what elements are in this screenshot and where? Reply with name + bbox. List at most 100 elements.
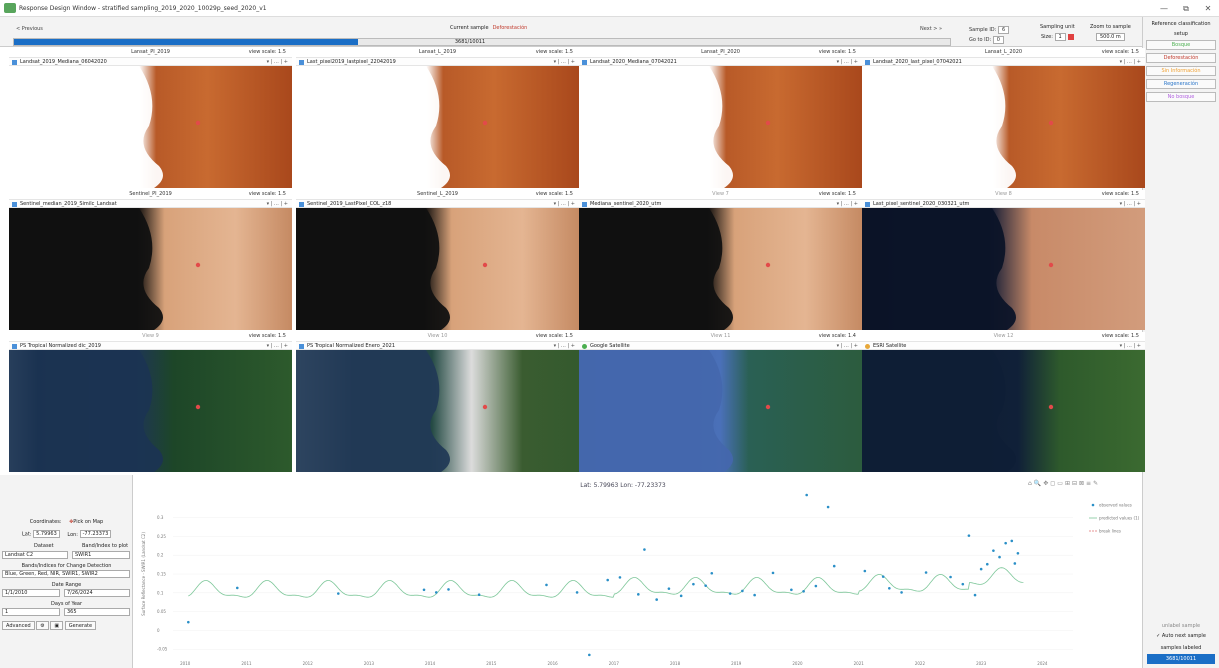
layer-name[interactable]: Google Satellite	[590, 343, 630, 349]
close-icon[interactable]: ✕	[1197, 0, 1219, 17]
map-canvas[interactable]	[9, 350, 292, 472]
unlabel-sample-button[interactable]: unlabel sample	[1143, 623, 1219, 629]
map-view-5[interactable]: Sentinel_PI_2019 view scale: 1.5 Sentinel_…	[9, 190, 292, 330]
doy-end-input[interactable]: 365	[64, 608, 130, 616]
map-canvas[interactable]	[296, 66, 579, 188]
view-scale[interactable]: view scale: 1.5	[536, 332, 573, 341]
time-series-chart[interactable]: Lat: 5.79963 Lon: -77.23373 -0.05 0 0.05 0.1…	[133, 475, 1142, 668]
map-view-1[interactable]: Lansat_PI_2019 view scale: 1.5 Landsat_201…	[9, 48, 292, 188]
map-canvas[interactable]	[579, 208, 862, 330]
map-view-12[interactable]: View 12 view scale: 1.5 ESRI Satellite ▾ | …	[862, 332, 1145, 472]
label-button-3[interactable]: Regeneración	[1146, 79, 1216, 89]
view-title: View 10 view scale: 1.5	[296, 332, 579, 341]
layer-name[interactable]: Last_pixel2019_lastpixel_22042019	[307, 59, 396, 65]
navigation-bar: < Previous Current sample Deforestación N…	[0, 17, 1142, 47]
chart-svg[interactable]: Lat: 5.79963 Lon: -77.23373 -0.05 0 0.05 0.1…	[133, 475, 1142, 668]
map-canvas[interactable]	[862, 66, 1145, 188]
band-select[interactable]: SWIR1	[72, 551, 130, 559]
lat-input[interactable]: 5.79963	[33, 530, 60, 538]
map-view-8[interactable]: View 8 view scale: 1.5 Last_pixel_sentinel…	[862, 190, 1145, 330]
advanced-button[interactable]: Advanced	[2, 621, 35, 630]
layer-selector[interactable]: Sentinel_2019_LastPixel_COL_z18 ▾ | … | +	[296, 199, 579, 208]
layer-selector[interactable]: Landsat_2019_Mediana_06042020 ▾ | … | +	[9, 57, 292, 66]
setup-button[interactable]: setup	[1143, 31, 1219, 37]
map-canvas[interactable]	[579, 350, 862, 472]
map-canvas[interactable]	[296, 350, 579, 472]
view-scale[interactable]: view scale: 1.5	[1102, 190, 1139, 199]
layer-name[interactable]: Mediana_sentinel_2020_utm	[590, 201, 661, 207]
settings-icon[interactable]: ⚙	[36, 621, 49, 630]
layer-name[interactable]: PS Tropical Normalized Enero_2021	[307, 343, 395, 349]
layer-selector[interactable]: PS Tropical Normalized dic_2019 ▾ | … | +	[9, 341, 292, 350]
view-scale[interactable]: view scale: 1.5	[819, 48, 856, 57]
map-view-3[interactable]: Lansat_PI_2020 view scale: 1.5 Landsat_202…	[579, 48, 862, 188]
lon-input[interactable]: -77.23373	[79, 530, 112, 538]
layer-selector[interactable]: Google Satellite ▾ | … | +	[579, 341, 862, 350]
layer-name[interactable]: Landsat_2019_Mediana_06042020	[20, 59, 107, 65]
record-icon[interactable]	[1067, 33, 1074, 40]
view-scale[interactable]: view scale: 1.5	[249, 332, 286, 341]
layer-selector[interactable]: Last_pixel2019_lastpixel_22042019 ▾ | … |…	[296, 57, 579, 66]
bands-cd-select[interactable]: Blue, Green, Red, NIR, SWIR1, SWIR2	[2, 570, 130, 578]
layer-name[interactable]: Landsat_2020_Mediana_07042021	[590, 59, 677, 65]
view-scale[interactable]: view scale: 1.5	[536, 48, 573, 57]
chart-toolbar-icons[interactable]: ⌂🔍✥◻▭⊞⊟⊠≡✎	[1028, 480, 1100, 487]
minimize-icon[interactable]: —	[1153, 0, 1175, 17]
layer-name[interactable]: Sentinel_2019_LastPixel_COL_z18	[307, 201, 391, 207]
view-scale[interactable]: view scale: 1.4	[819, 332, 856, 341]
layer-selector[interactable]: ESRI Satellite ▾ | … | +	[862, 341, 1145, 350]
save-icon[interactable]: ▣	[50, 621, 64, 630]
layer-selector[interactable]: Last_pixel_sentinel_2020_030321_utm ▾ | ……	[862, 199, 1145, 208]
generate-button[interactable]: Generate	[64, 621, 97, 630]
go-to-id-input[interactable]: 0	[992, 35, 1004, 44]
view-scale[interactable]: view scale: 1.5	[1102, 48, 1139, 57]
layer-name[interactable]: ESRI Satellite	[873, 343, 906, 349]
date-end-input[interactable]: 7/26/2024	[64, 589, 130, 597]
view-scale[interactable]: view scale: 1.5	[249, 190, 286, 199]
view-scale[interactable]: view scale: 1.5	[249, 48, 286, 57]
layer-selector[interactable]: PS Tropical Normalized Enero_2021 ▾ | … |…	[296, 341, 579, 350]
map-canvas[interactable]	[9, 208, 292, 330]
map-canvas[interactable]	[579, 66, 862, 188]
label-button-4[interactable]: No bosque	[1146, 92, 1216, 102]
y-tick-label: 0	[157, 628, 160, 633]
doy-start-input[interactable]: 1	[2, 608, 60, 616]
layer-selector[interactable]: Mediana_sentinel_2020_utm ▾ | … | +	[579, 199, 862, 208]
view-scale[interactable]: view scale: 1.5	[1102, 332, 1139, 341]
pick-on-map-button[interactable]: Pick on Map	[73, 519, 103, 525]
map-view-11[interactable]: View 11 view scale: 1.4 Google Satellite ▾ …	[579, 332, 862, 472]
maximize-icon[interactable]: ⧉	[1175, 0, 1197, 17]
sample-id-value[interactable]: 6	[997, 25, 1010, 34]
view-scale[interactable]: view scale: 1.5	[536, 190, 573, 199]
map-canvas[interactable]	[862, 208, 1145, 330]
previous-button[interactable]: < Previous	[16, 26, 43, 32]
layer-name[interactable]: Sentinel_median_2019_Similc_Landsat	[20, 201, 117, 207]
view-scale[interactable]: view scale: 1.5	[819, 190, 856, 199]
map-view-10[interactable]: View 10 view scale: 1.5 PS Tropical Normal…	[296, 332, 579, 472]
map-view-6[interactable]: Sentinel_L_2019 view scale: 1.5 Sentinel_2…	[296, 190, 579, 330]
map-view-4[interactable]: Lansat_L_2020 view scale: 1.5 Landsat_2020…	[862, 48, 1145, 188]
view-title: View 7 view scale: 1.5	[579, 190, 862, 199]
map-canvas[interactable]	[9, 66, 292, 188]
map-canvas[interactable]	[862, 350, 1145, 472]
layer-name[interactable]: PS Tropical Normalized dic_2019	[20, 343, 101, 349]
layer-name[interactable]: Landsat_2020_last_pixel_07042021	[873, 59, 962, 65]
next-button[interactable]: Next > »	[920, 26, 942, 32]
water-area	[862, 350, 1016, 472]
layer-selector[interactable]: Landsat_2020_Mediana_07042021 ▾ | … | +	[579, 57, 862, 66]
map-canvas[interactable]	[296, 208, 579, 330]
zoom-input[interactable]: 500.0 m	[1096, 32, 1125, 41]
label-button-0[interactable]: Bosque	[1146, 40, 1216, 50]
date-start-input[interactable]: 1/1/2010	[2, 589, 60, 597]
label-button-1[interactable]: Deforestación	[1146, 53, 1216, 63]
layer-name[interactable]: Last_pixel_sentinel_2020_030321_utm	[873, 201, 969, 207]
map-view-7[interactable]: View 7 view scale: 1.5 Mediana_sentinel_20…	[579, 190, 862, 330]
layer-selector[interactable]: Landsat_2020_last_pixel_07042021 ▾ | … | …	[862, 57, 1145, 66]
map-view-2[interactable]: Lansat_L_2019 view scale: 1.5 Last_pixel20…	[296, 48, 579, 188]
layer-selector[interactable]: Sentinel_median_2019_Similc_Landsat ▾ | ……	[9, 199, 292, 208]
size-select[interactable]: 1	[1054, 32, 1066, 41]
auto-next-toggle[interactable]: ✓ Auto next sample	[1143, 633, 1219, 639]
dataset-select[interactable]: Landsat C2	[2, 551, 68, 559]
label-button-2[interactable]: Sin Información	[1146, 66, 1216, 76]
map-view-9[interactable]: View 9 view scale: 1.5 PS Tropical Normali…	[9, 332, 292, 472]
